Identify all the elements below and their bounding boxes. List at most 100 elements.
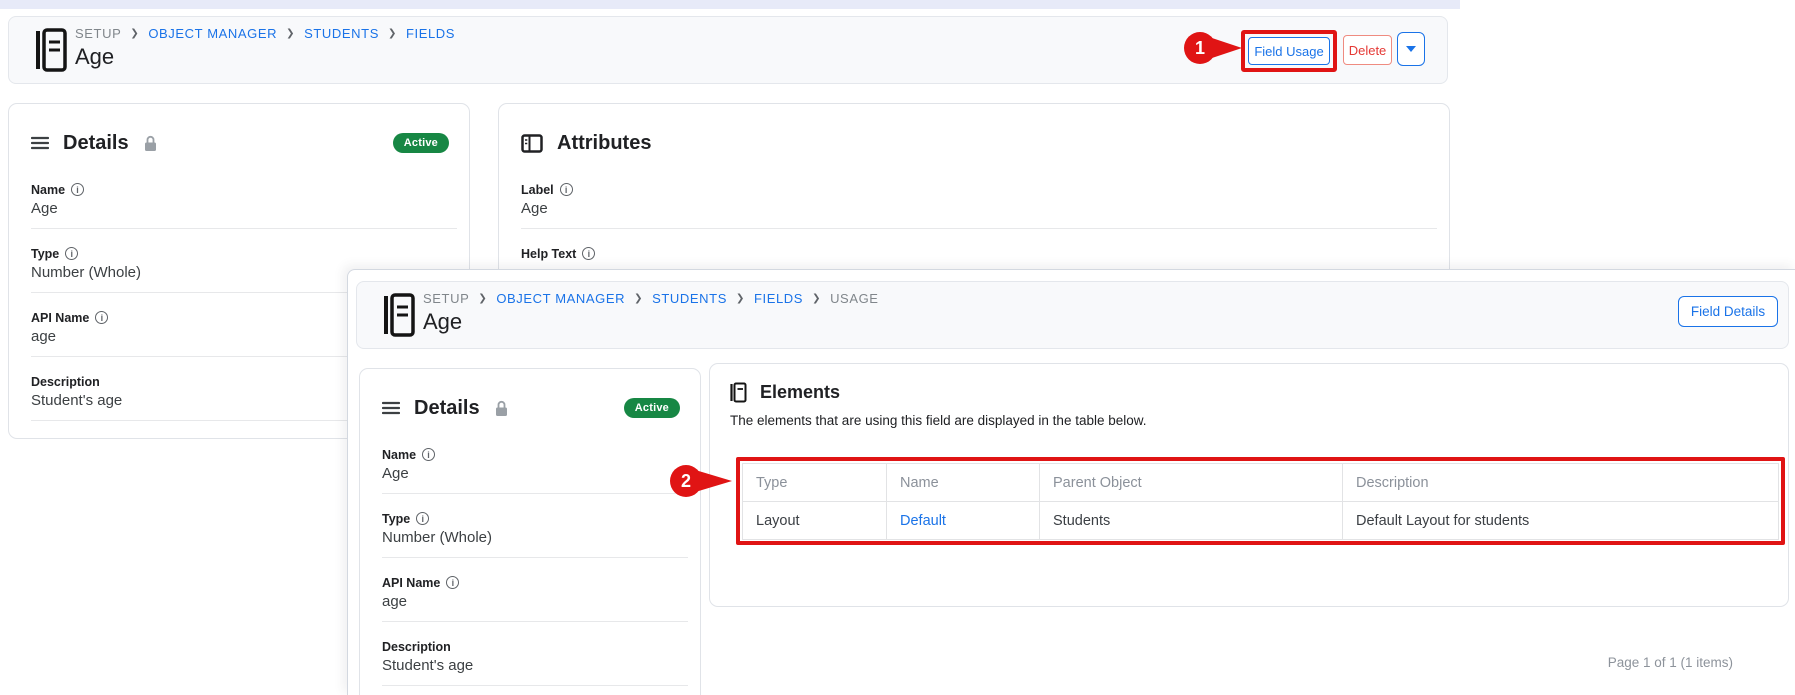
field-description: Description Student's age [382,638,688,686]
layout-panel-icon [521,134,543,153]
field-value: Student's age [382,657,688,676]
info-icon[interactable]: i [65,247,78,260]
field-label: Description [382,640,451,654]
breadcrumb-item-fields[interactable]: FIELDS [754,291,803,306]
field-name: Namei Age [31,181,457,229]
info-icon[interactable]: i [71,183,84,196]
divider [382,685,688,686]
field-object-icon [35,28,67,72]
field-value: Age [521,200,1437,219]
chevron-right-icon: ❯ [286,28,295,39]
field-details-button[interactable]: Field Details [1678,296,1778,327]
info-icon[interactable]: i [582,247,595,260]
card-title: Details [414,393,480,423]
annotation-number: 1 [1195,38,1205,58]
page-title: Age [75,44,455,70]
field-name: Namei Age [382,446,688,494]
second-screenshot: SETUP ❯ OBJECT MANAGER ❯ STUDENTS ❯ FIEL… [347,269,1795,695]
lock-icon [494,400,509,417]
delete-button[interactable]: Delete [1343,35,1392,65]
field-label: Name [382,448,416,462]
info-icon[interactable]: i [416,512,429,525]
field-value: Age [382,465,688,484]
divider [31,228,457,229]
divider [521,228,1437,229]
browser-edge-strip [0,0,1460,9]
breadcrumb-item-students[interactable]: STUDENTS [652,291,727,306]
details-card: Details Active Namei Age Typei Num [359,368,701,695]
info-icon[interactable]: i [560,183,573,196]
field-api-name: API Name i age [382,574,688,622]
divider [382,621,688,622]
chevron-right-icon: ❯ [736,293,745,304]
breadcrumb-item-setup: SETUP [75,26,121,41]
cell-type: Layout [743,502,887,540]
breadcrumb: SETUP ❯ OBJECT MANAGER ❯ STUDENTS ❯ FIEL… [423,290,879,306]
card-title: Attributes [557,128,651,158]
field-label: Description [31,375,100,389]
list-icon [382,401,400,415]
field-label: Help Text [521,247,576,261]
chevron-down-icon [1406,46,1416,52]
field-label: Type [31,247,59,261]
cell-parent-object: Students [1040,502,1343,540]
field-object-icon [383,293,415,337]
field-label: Name [31,183,65,197]
field-label: Type [382,512,410,526]
highlight-box-field-usage: Field Usage [1241,30,1337,72]
field-value: Number (Whole) [382,529,688,548]
info-icon[interactable]: i [446,576,459,589]
chevron-right-icon: ❯ [634,293,643,304]
info-icon[interactable]: i [95,311,108,324]
field-label: Labeli Age [521,181,1437,229]
column-header-name[interactable]: Name [887,464,1040,502]
annotation-pin-1: 1 [1176,26,1246,70]
column-header-type[interactable]: Type [743,464,887,502]
divider [382,493,688,494]
field-value: age [382,593,688,612]
chevron-right-icon: ❯ [130,28,139,39]
screenshot-canvas: SETUP ❯ OBJECT MANAGER ❯ STUDENTS ❯ FIEL… [0,0,1795,695]
breadcrumb-item-setup: SETUP [423,291,469,306]
field-label: API Name [382,576,440,590]
elements-table: Type Name Parent Object Description Layo… [742,463,1779,540]
status-badge: Active [393,133,449,153]
cell-name-link[interactable]: Default [900,513,946,529]
divider [382,557,688,558]
column-header-parent-object[interactable]: Parent Object [1040,464,1343,502]
card-title: Elements [760,380,840,404]
breadcrumb-item-students[interactable]: STUDENTS [304,26,379,41]
annotation-pin-2: 2 [662,459,736,503]
elements-card: Elements The elements that are using thi… [709,363,1789,607]
breadcrumb-item-object-manager[interactable]: OBJECT MANAGER [496,291,625,306]
field-value: Age [31,200,457,219]
more-actions-dropdown[interactable] [1397,32,1425,66]
pagination-label: Page 1 of 1 (1 items) [1608,655,1733,670]
info-icon[interactable]: i [422,448,435,461]
chevron-right-icon: ❯ [388,28,397,39]
page-title: Age [423,309,879,335]
breadcrumb-item-usage: USAGE [830,291,879,306]
page-header-2: SETUP ❯ OBJECT MANAGER ❯ STUDENTS ❯ FIEL… [356,281,1789,349]
table-row: Layout Default Students Default Layout f… [743,502,1779,540]
cell-description: Default Layout for students [1343,502,1779,540]
highlight-box-elements-table: Type Name Parent Object Description Layo… [736,457,1785,545]
table-header-row: Type Name Parent Object Description [743,464,1779,502]
field-usage-button[interactable]: Field Usage [1248,37,1330,65]
status-badge: Active [624,398,680,418]
breadcrumb: SETUP ❯ OBJECT MANAGER ❯ STUDENTS ❯ FIEL… [75,25,455,41]
chevron-right-icon: ❯ [812,293,821,304]
chevron-right-icon: ❯ [478,293,487,304]
list-icon [31,136,49,150]
page-icon [730,382,747,403]
field-label: Label [521,183,554,197]
column-header-description[interactable]: Description [1343,464,1779,502]
annotation-number: 2 [681,471,691,491]
card-title: Details [63,128,129,158]
lock-icon [143,135,158,152]
elements-description: The elements that are using this field a… [710,404,1788,428]
field-label: API Name [31,311,89,325]
breadcrumb-item-fields[interactable]: FIELDS [406,26,455,41]
field-type: Typei Number (Whole) [382,510,688,558]
breadcrumb-item-object-manager[interactable]: OBJECT MANAGER [148,26,277,41]
